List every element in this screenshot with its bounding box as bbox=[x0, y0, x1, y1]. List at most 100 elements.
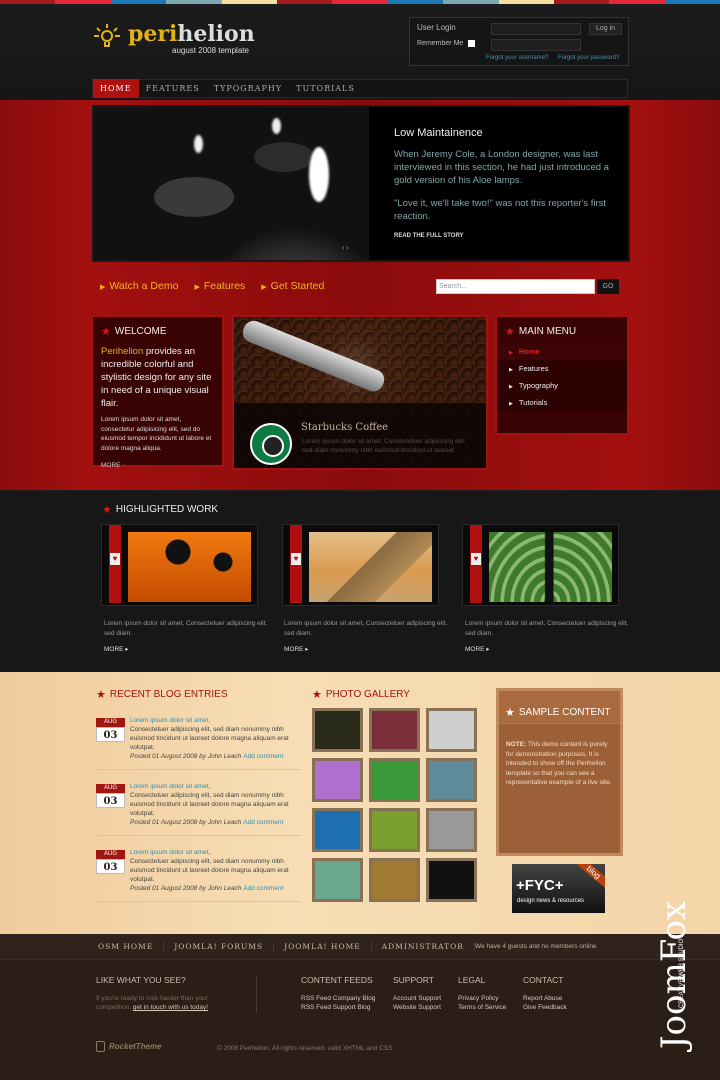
bookmark-ribbon-icon bbox=[109, 525, 121, 603]
footer-nav-joomla-home[interactable]: JOOMLA! HOME bbox=[284, 942, 372, 951]
footer-nav: OSM HOME JOOMLA! FORUMS JOOMLA! HOME ADM… bbox=[0, 934, 720, 960]
search-input[interactable]: Search... bbox=[436, 279, 595, 294]
footer-link[interactable]: RSS Feed Company Blog bbox=[301, 994, 375, 1003]
logo-text: perihelion bbox=[128, 21, 255, 47]
hero-paragraph: When Jeremy Cole, a London designer, was… bbox=[394, 149, 609, 186]
password-input[interactable] bbox=[491, 39, 581, 51]
welcome-title: WELCOME bbox=[114, 326, 167, 337]
work-more-link[interactable]: MORE bbox=[104, 645, 129, 653]
gallery-thumb-water-drop[interactable] bbox=[426, 758, 477, 802]
gallery-thumb-sketch-face[interactable] bbox=[426, 708, 477, 752]
menu-item-tutorials[interactable]: Tutorials bbox=[497, 394, 627, 411]
watch-demo-link[interactable]: Watch a Demo bbox=[100, 280, 178, 292]
features-link[interactable]: Features bbox=[194, 280, 245, 292]
calendar-icon: AUG 03 bbox=[96, 718, 125, 747]
lightbulb-icon bbox=[92, 22, 122, 52]
menu-item-home[interactable]: Home bbox=[497, 343, 627, 360]
username-input[interactable] bbox=[491, 23, 581, 35]
gallery-thumb-abstract-circles[interactable] bbox=[312, 708, 363, 752]
calendar-icon: AUG 03 bbox=[96, 784, 125, 813]
work-more-link[interactable]: MORE bbox=[465, 645, 490, 653]
footer-link[interactable]: Give Feedback bbox=[523, 1003, 567, 1012]
gallery-thumb-green-ferns[interactable] bbox=[369, 808, 420, 852]
welcome-more-link[interactable]: MORE bbox=[101, 462, 214, 469]
login-button[interactable]: Log in bbox=[589, 23, 622, 35]
footer-nav-osm-home[interactable]: OSM HOME bbox=[98, 942, 165, 951]
footer-nav-joomla-forums[interactable]: JOOMLA! FORUMS bbox=[174, 942, 275, 951]
footer-nav-administrator[interactable]: ADMINISTRATOR bbox=[382, 942, 475, 951]
footer-link[interactable]: Privacy Policy bbox=[458, 994, 498, 1003]
blog-heading-link[interactable]: Lorem ipsum dolor sit amet, bbox=[130, 782, 302, 791]
hero-quote: "Love it, we'll take two!" was not this … bbox=[394, 198, 607, 222]
footer-link[interactable]: Report Abuse bbox=[523, 994, 562, 1003]
sample-title: SAMPLE CONTENT bbox=[518, 706, 611, 718]
legal-title: LEGAL bbox=[458, 975, 486, 985]
get-started-link[interactable]: Get Started bbox=[261, 280, 325, 292]
blog-heading-link[interactable]: Lorem ipsum dolor sit amet, bbox=[130, 716, 302, 725]
online-status: We have 4 guests and no members online bbox=[475, 943, 597, 950]
fyc-blog-banner[interactable]: +FYC+ design news & resources blog bbox=[512, 864, 605, 913]
gallery-thumb-hands[interactable] bbox=[312, 858, 363, 902]
starbucks-logo bbox=[250, 423, 292, 465]
gallery-thumb-rainbow-circles[interactable] bbox=[426, 858, 477, 902]
work-card[interactable] bbox=[462, 524, 619, 606]
nav-typography[interactable]: TYPOGRAPHY bbox=[207, 79, 289, 98]
star-icon: ★ bbox=[101, 326, 111, 338]
work-text: Lorem ipsum dolor sit amet, Consectetuer… bbox=[284, 620, 448, 637]
add-comment-link[interactable]: Add comment bbox=[243, 819, 283, 826]
footer: OSM HOME JOOMLA! FORUMS JOOMLA! HOME ADM… bbox=[0, 934, 720, 1080]
feeds-title: CONTENT FEEDS bbox=[301, 975, 373, 985]
nav-home[interactable]: HOME bbox=[93, 79, 139, 98]
hero-title: Low Maintainence bbox=[394, 127, 483, 139]
login-form: User Login Remember Me Log in Forgot you… bbox=[409, 17, 629, 66]
hero-slideshow: ‹ › Low Maintainence When Jeremy Cole, a… bbox=[92, 105, 630, 262]
remember-me-checkbox[interactable] bbox=[468, 40, 475, 47]
add-comment-link[interactable]: Add comment bbox=[243, 753, 283, 760]
main-nav: HOME FEATURES TYPOGRAPHY TUTORIALS bbox=[92, 79, 628, 98]
forgot-username-link[interactable]: Forgot your username? bbox=[486, 55, 548, 61]
welcome-body: Lorem ipsum dolor sit amet, consectetur … bbox=[101, 416, 212, 452]
gallery-thumb-green-drink[interactable] bbox=[369, 758, 420, 802]
footer-link[interactable]: Terms of Service bbox=[458, 1003, 506, 1012]
quick-links: Watch a Demo Features Get Started bbox=[100, 280, 324, 292]
gallery-thumb-colorful-hands[interactable] bbox=[312, 758, 363, 802]
blog-heading-link[interactable]: Lorem ipsum dolor sit amet, bbox=[130, 848, 302, 857]
slide-arrows[interactable]: ‹ › bbox=[342, 245, 349, 252]
read-full-story-link[interactable]: READ THE FULL STORY bbox=[394, 233, 619, 239]
site-logo[interactable]: perihelion august 2008 template bbox=[92, 21, 255, 55]
gallery-thumb-street-lamp[interactable] bbox=[426, 808, 477, 852]
work-image bbox=[309, 532, 432, 602]
menu-item-typography[interactable]: Typography bbox=[497, 377, 627, 394]
menu-item-features[interactable]: Features bbox=[497, 360, 627, 377]
like-title: LIKE WHAT YOU SEE? bbox=[96, 975, 186, 985]
work-card[interactable] bbox=[101, 524, 258, 606]
joomfox-logo[interactable]: JoomFox CREATIVE WEB STUDIO bbox=[654, 855, 720, 1080]
copyright: © 2008 Perihelion. All rights reserved. … bbox=[217, 1045, 393, 1052]
sample-note: NOTE: This demo content is purely for de… bbox=[506, 741, 612, 786]
star-icon: ★ bbox=[505, 706, 515, 719]
rockettheme-logo[interactable]: RocketTheme bbox=[96, 1041, 161, 1052]
nav-tutorials[interactable]: TUTORIALS bbox=[289, 79, 362, 98]
footer-link[interactable]: Account Support bbox=[393, 994, 441, 1003]
work-more-link[interactable]: MORE bbox=[284, 645, 309, 653]
star-icon: ★ bbox=[312, 689, 322, 701]
login-title: User Login bbox=[417, 23, 456, 32]
support-title: SUPPORT bbox=[393, 975, 434, 985]
add-comment-link[interactable]: Add comment bbox=[243, 885, 283, 892]
featured-coffee[interactable]: Starbucks Coffee Lorem ipsum dolor sit a… bbox=[232, 315, 488, 470]
work-card[interactable] bbox=[282, 524, 439, 606]
photo-gallery bbox=[312, 708, 477, 902]
gallery-thumb-fabric[interactable] bbox=[369, 708, 420, 752]
gallery-thumb-blue-waves[interactable] bbox=[312, 808, 363, 852]
gallery-thumb-wheat-field[interactable] bbox=[369, 858, 420, 902]
nav-features[interactable]: FEATURES bbox=[139, 79, 207, 98]
blog-section-title: ★ RECENT BLOG ENTRIES bbox=[96, 689, 228, 701]
get-in-touch-link[interactable]: get in touch with us today! bbox=[133, 1004, 208, 1011]
search-go-button[interactable]: GO bbox=[597, 279, 619, 294]
feature-desc: Lorem ipsum dolor sit amet, Consectetuer… bbox=[302, 438, 466, 454]
work-image bbox=[489, 532, 612, 602]
footer-link[interactable]: RSS Feed Support Blog bbox=[301, 1003, 370, 1012]
forgot-password-link[interactable]: Forgot your password? bbox=[558, 55, 619, 61]
welcome-lead: Perihelion provides an incredible colorf… bbox=[101, 346, 212, 409]
footer-link[interactable]: Website Support bbox=[393, 1003, 441, 1012]
